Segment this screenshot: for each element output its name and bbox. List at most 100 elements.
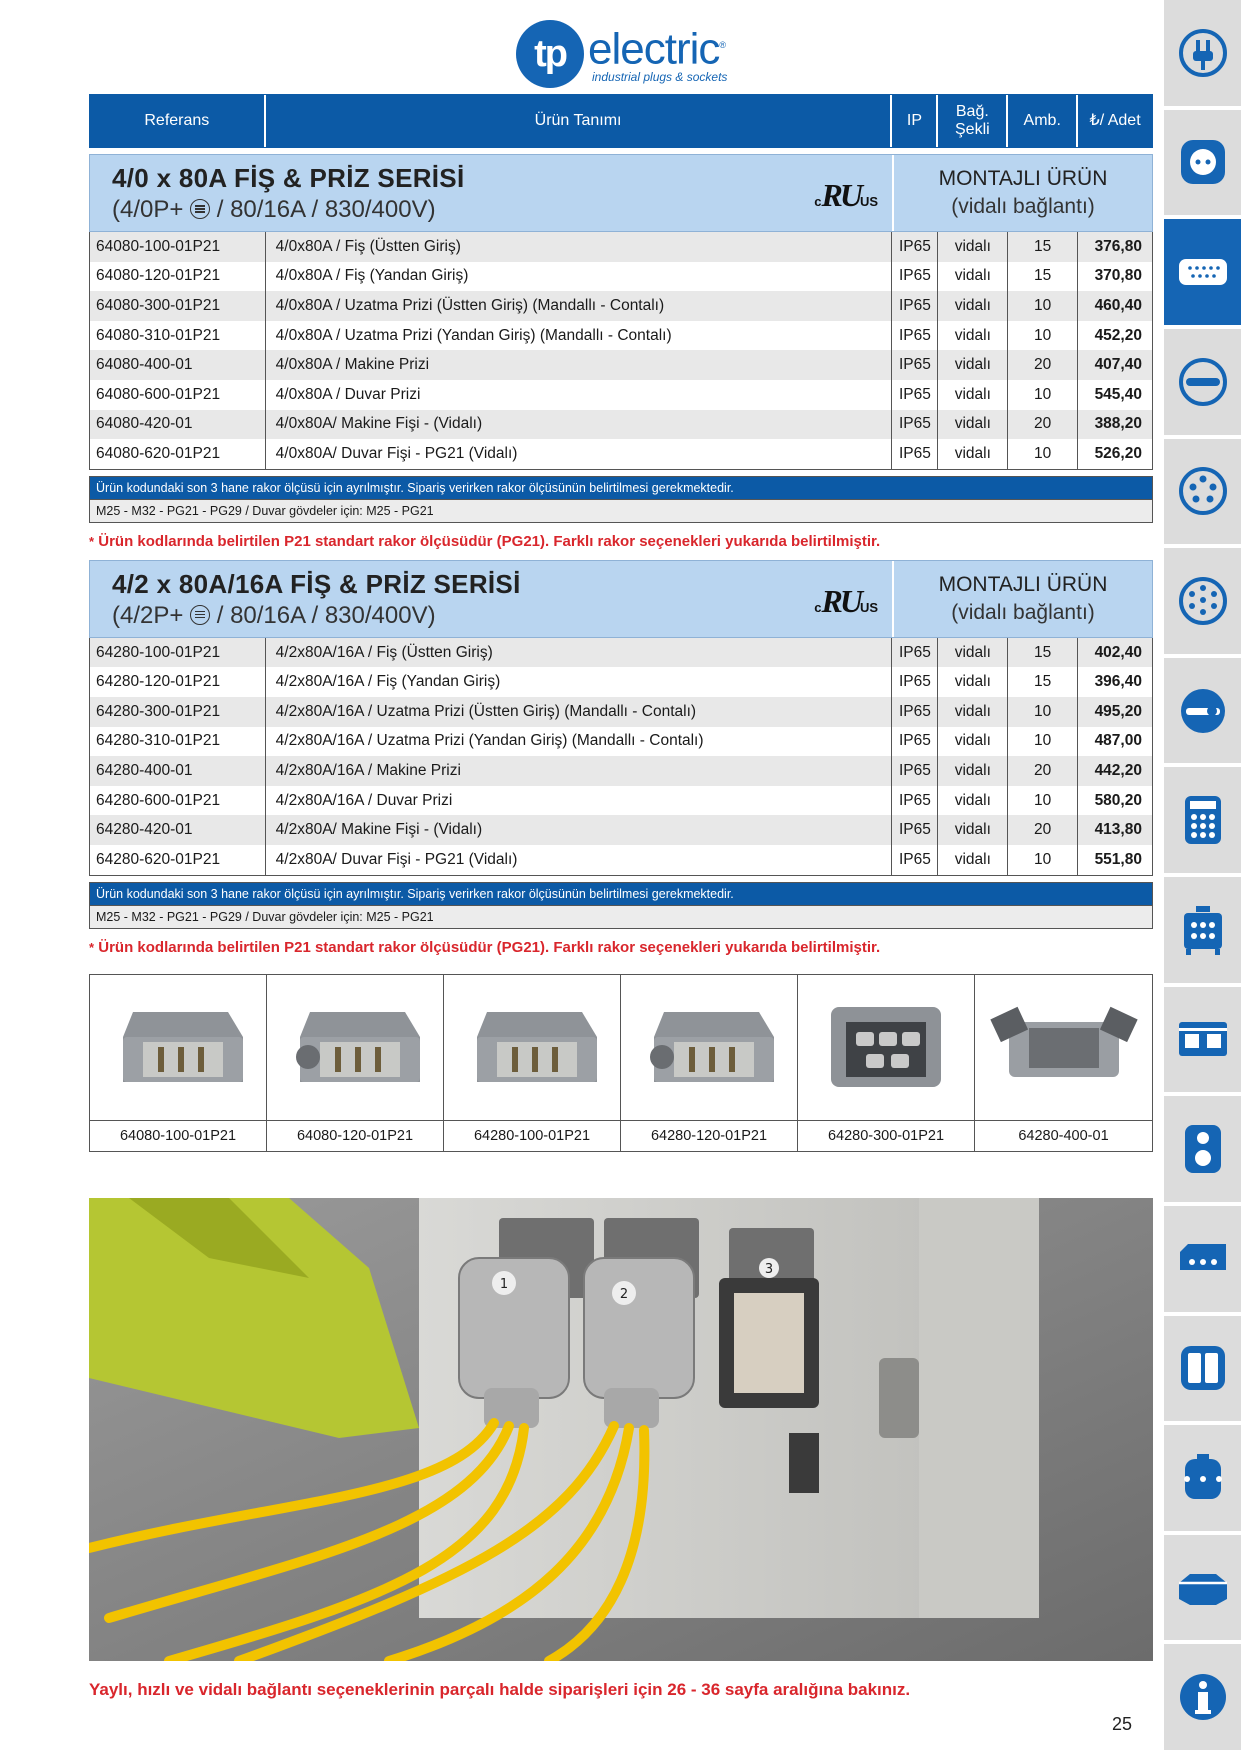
distribution-box-icon <box>1184 796 1221 845</box>
cell-price: 495,20 <box>1094 702 1142 720</box>
sidebar-category[interactable] <box>1164 0 1241 110</box>
cell-price: 376,80 <box>1094 237 1142 255</box>
sidebar-category[interactable] <box>1164 877 1241 987</box>
cell-price: 370,80 <box>1094 267 1142 285</box>
cell-ip: IP65 <box>892 756 939 786</box>
cell-description: 4/0x80A/ Makine Fişi - (Vidalı) <box>266 409 893 440</box>
cell-description: 4/2x80A/16A / Duvar Prizi <box>266 785 893 816</box>
cell-price: 407,40 <box>1094 356 1142 374</box>
cell-price: 452,20 <box>1094 326 1142 344</box>
cell-ip: IP65 <box>892 667 939 697</box>
cell-referans: 64080-310-01P21 <box>90 320 266 351</box>
mounted-product-title: MONTAJLI ÜRÜN <box>938 167 1108 190</box>
cell-package: 20 <box>1008 350 1079 380</box>
cell-ip: IP65 <box>892 350 939 380</box>
cell-price: 413,80 <box>1094 821 1142 839</box>
product-image <box>621 974 798 1120</box>
sidebar-category[interactable] <box>1164 1425 1241 1535</box>
industrial-connector-icon <box>1178 259 1227 286</box>
table-row: 64280-600-01P21 4/2x80A/16A / Duvar Prizi… <box>90 785 1152 816</box>
sidebar-category[interactable] <box>1164 1096 1241 1206</box>
cell-price: 580,20 <box>1094 791 1142 809</box>
sidebar-category[interactable] <box>1164 1644 1241 1754</box>
mounted-product-title: MONTAJLI ÜRÜN <box>938 572 1108 596</box>
round-socket-icon <box>1178 467 1227 516</box>
logo-mark: tp <box>516 20 584 88</box>
sidebar-category[interactable] <box>1164 1534 1241 1645</box>
sidebar-category[interactable] <box>1164 1315 1241 1426</box>
product-image <box>798 974 975 1120</box>
cell-referans: 64280-620-01P21 <box>90 844 266 875</box>
cell-price: 442,20 <box>1094 761 1142 779</box>
cell-description: 4/0x80A / Makine Prizi <box>266 350 893 380</box>
note-connector-size: Ürün kodundaki son 3 hane rakor ölçüsü i… <box>89 475 1153 500</box>
sidebar-category[interactable] <box>1164 548 1241 658</box>
sidebar-category[interactable] <box>1164 328 1241 439</box>
sidebar-category[interactable] <box>1164 986 1241 1097</box>
installation-photo-graphic: 1 2 3 <box>89 1197 1153 1661</box>
mobile-box-icon <box>1183 905 1222 955</box>
cell-connection: vidalı <box>938 667 1009 697</box>
cell-description: 4/2x80A/16A / Makine Prizi <box>266 756 893 786</box>
cell-price: 545,40 <box>1094 385 1142 403</box>
table-row: 64280-100-01P21 4/2x80A/16A / Fiş (Üstten… <box>90 637 1152 668</box>
header-urun-tanimi: Ürün Tanımı <box>266 95 893 147</box>
cell-referans: 64280-420-01 <box>90 815 266 845</box>
sidebar-category[interactable] <box>1164 657 1241 768</box>
cell-ip: IP65 <box>892 409 939 440</box>
logo-word: electric <box>588 24 720 74</box>
product-image <box>90 974 267 1120</box>
ul-certification-icon: c RU US <box>814 582 878 619</box>
footnote: Yaylı, hızlı ve vidalı bağlantı seçenekl… <box>89 1680 911 1699</box>
cell-package: 10 <box>1008 439 1079 469</box>
table-row: 64280-620-01P21 4/2x80A/ Duvar Fişi - PG2… <box>90 844 1152 875</box>
table-row: 64080-300-01P21 4/0x80A / Uzatma Prizi (Ü… <box>90 291 1152 321</box>
series-spec: (4/0P+ / 80/16A / 830/400V) <box>112 196 436 223</box>
cell-connection: vidalı <box>938 439 1009 469</box>
cell-description: 4/0x80A / Fiş (Yandan Giriş) <box>266 261 893 292</box>
cell-package: 10 <box>1008 320 1079 351</box>
photo-label-3: 3 <box>765 1262 773 1277</box>
logo-registered: ® <box>719 39 726 50</box>
sidebar-category[interactable] <box>1164 109 1241 220</box>
cell-referans: 64280-600-01P21 <box>90 785 266 816</box>
cell-referans: 64280-400-01 <box>90 756 266 786</box>
cell-price: 396,40 <box>1094 673 1142 691</box>
cell-package: 10 <box>1008 785 1079 816</box>
cell-ip: IP65 <box>892 291 939 321</box>
cell-connection: vidalı <box>938 785 1009 816</box>
cell-connection: vidalı <box>938 815 1009 845</box>
cell-ip: IP65 <box>892 439 939 469</box>
product-caption: 64280-300-01P21 <box>798 1120 975 1151</box>
cell-connection: vidalı <box>938 291 1009 321</box>
product-image <box>267 974 444 1120</box>
double-panel-icon <box>1180 1346 1225 1391</box>
series-title: 4/0 x 80A FİŞ & PRİZ SERİSİ <box>112 163 465 193</box>
sidebar-category[interactable] <box>1164 767 1241 877</box>
info-icon <box>1179 1674 1226 1721</box>
category-sidebar <box>1164 0 1241 1754</box>
cell-connection: vidalı <box>938 637 1009 668</box>
sidebar-category[interactable] <box>1164 219 1241 329</box>
cell-package: 15 <box>1008 667 1079 697</box>
cell-referans: 64080-300-01P21 <box>90 291 266 321</box>
table-row: 64280-420-01 4/2x80A/ Makine Fişi - (Vida… <box>90 815 1152 845</box>
cylinder-box-icon <box>1183 1453 1222 1499</box>
cell-description: 4/2x80A/16A / Fiş (Üstten Giriş) <box>266 637 893 668</box>
cell-description: 4/2x80A/ Makine Fişi - (Vidalı) <box>266 815 893 845</box>
sidebar-category[interactable] <box>1164 1205 1241 1316</box>
cell-referans: 64280-120-01P21 <box>90 667 266 697</box>
cell-description: 4/2x80A/ Duvar Fişi - PG21 (Vidalı) <box>266 844 893 875</box>
cell-description: 4/2x80A/16A / Uzatma Prizi (Üstten Giriş… <box>266 696 893 727</box>
cell-ip: IP65 <box>892 785 939 816</box>
sidebar-category[interactable] <box>1164 438 1241 549</box>
logo-tagline: industrial plugs & sockets <box>592 70 728 85</box>
cell-price: 460,40 <box>1094 296 1142 314</box>
cell-referans: 64080-400-01 <box>90 350 266 380</box>
socket-icon <box>1180 140 1225 185</box>
cell-connection: vidalı <box>938 232 1009 262</box>
cell-connection: vidalı <box>938 726 1009 757</box>
table-row: 64080-120-01P21 4/0x80A / Fiş (Yandan Gir… <box>90 261 1152 292</box>
product-caption: 64080-120-01P21 <box>267 1120 444 1151</box>
series-header: 4/0 x 80A FİŞ & PRİZ SERİSİ (4/0P+ / 80/… <box>89 154 1153 232</box>
